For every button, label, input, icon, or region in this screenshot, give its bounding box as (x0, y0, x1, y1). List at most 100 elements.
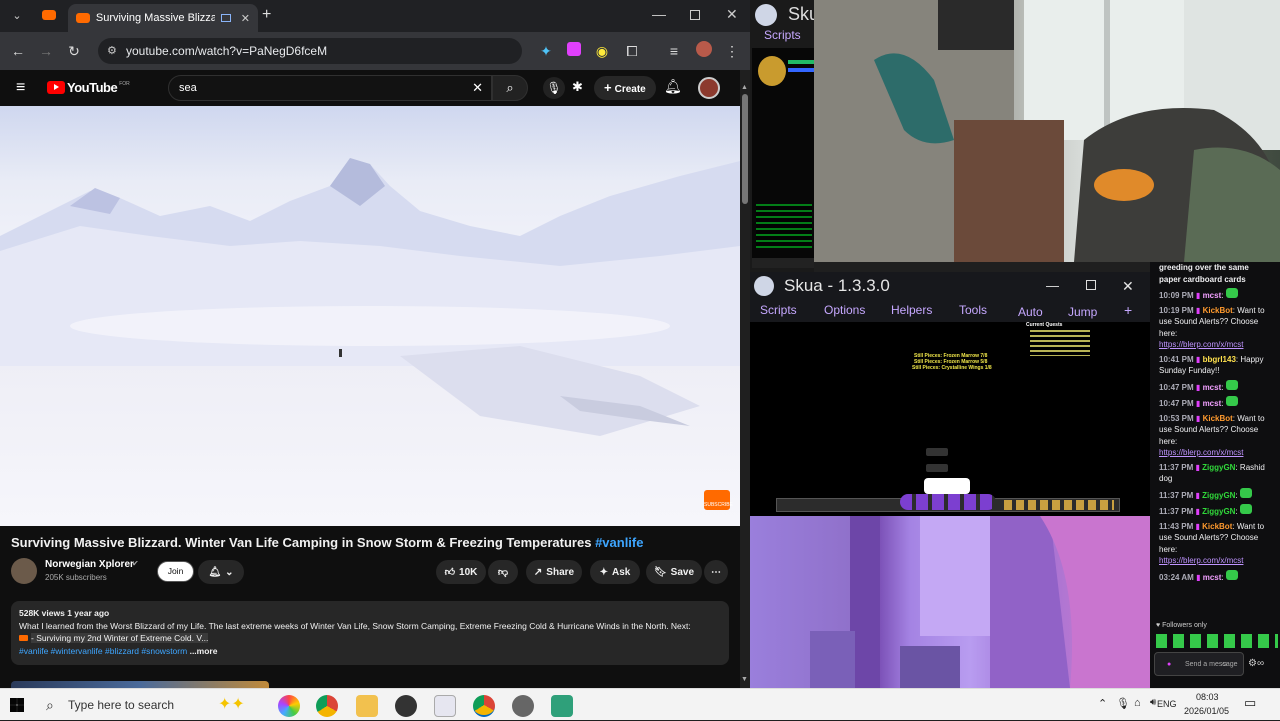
skua-minimize-icon[interactable]: — (1046, 272, 1059, 300)
join-button[interactable]: Join (157, 561, 194, 582)
hamburger-menu-icon[interactable]: ≡ (16, 79, 25, 97)
dislike-button[interactable]: 👎︎ (488, 560, 518, 584)
taskbar-app-icon[interactable] (512, 695, 534, 717)
channel-name[interactable]: Norwegian Xplorer (45, 559, 134, 570)
save-button[interactable]: 🔖︎ Save (646, 560, 702, 584)
extension-icon-1[interactable]: ✦ (536, 41, 556, 61)
skua-menu-jump[interactable]: Jump (1068, 305, 1097, 319)
taskbar-search[interactable]: ⌕ Type here to search ✦✦ (36, 689, 262, 721)
chat-username[interactable]: ZiggyGN (1202, 491, 1235, 500)
chat-link[interactable]: https://blerp.com/x/mcst (1159, 556, 1243, 565)
skua-close-icon[interactable]: ✕ (1122, 272, 1134, 300)
skua-maximize-icon[interactable] (1086, 280, 1096, 290)
subscribed-bell-button[interactable]: 🔔︎ ⌄ (198, 560, 244, 584)
mic-icon[interactable]: 🎙 (543, 77, 565, 99)
skua-menu-scripts[interactable]: Scripts (760, 303, 797, 317)
extension-icon-3[interactable]: ◉ (592, 41, 612, 61)
desc-tags[interactable]: #vanlife #wintervanlife #blizzard #snows… (19, 646, 187, 656)
chat-username[interactable]: KickBot (1202, 522, 1232, 531)
taskbar-chrome-icon[interactable] (316, 695, 338, 717)
video-hashtag[interactable]: #vanlife (595, 535, 643, 550)
browser-menu-icon[interactable]: ⋮ (722, 41, 742, 61)
taskbar-snip-icon[interactable] (434, 695, 456, 717)
account-avatar[interactable] (698, 77, 720, 99)
notifications-icon[interactable]: ▭ (1244, 695, 1256, 711)
youtube-logo[interactable]: YouTube FOR (47, 80, 130, 95)
youtube-tab-icon[interactable] (42, 10, 56, 20)
more-actions-button[interactable]: ⋯ (704, 560, 728, 584)
chat-settings-icon[interactable]: ⚙∞ (1248, 658, 1264, 670)
tray-language[interactable]: ENG (1157, 699, 1177, 709)
chat-username[interactable]: KickBot (1203, 414, 1233, 423)
clear-search-icon[interactable]: ✕ (472, 76, 483, 100)
chat-input[interactable]: ● Send a message ☺ (1154, 652, 1244, 676)
search-button[interactable]: ⌕ (492, 75, 528, 101)
youtube-search-input[interactable]: sea ✕ (168, 75, 492, 101)
extension-icon-2[interactable] (564, 41, 584, 61)
skua-menu-options[interactable]: Options (824, 303, 865, 317)
tray-chevron-icon[interactable]: ⌃ (1098, 697, 1107, 710)
page-scrollbar[interactable]: ▲ ▼ (740, 70, 750, 688)
maximize-icon[interactable] (690, 10, 700, 20)
create-button[interactable]: + Create (594, 76, 656, 100)
more-link[interactable]: ...more (190, 646, 218, 656)
address-bar[interactable]: ⚙ youtube.com/watch?v=PaNegD6fceM (98, 38, 522, 64)
taskbar-chrome-2-icon[interactable] (473, 695, 495, 717)
subscribe-watermark[interactable]: SUBSCRIBE (704, 490, 733, 510)
chat-username[interactable]: mcst (1203, 291, 1222, 300)
media-control-icon[interactable]: ≡ (664, 41, 684, 61)
skua-menu-helpers[interactable]: Helpers (891, 303, 932, 317)
desc-line2[interactable]: - Surviving my 2nd Winter of Extreme Col… (31, 633, 209, 643)
scrollbar-thumb[interactable] (742, 94, 748, 204)
back-icon[interactable]: ← (8, 41, 28, 61)
chat-link[interactable]: https://blerp.com/x/mcst (1159, 448, 1243, 457)
tab-search-icon[interactable]: ⌄ (8, 7, 26, 25)
chat-username[interactable]: mcst (1203, 573, 1222, 582)
taskbar-skua-icon[interactable] (551, 695, 573, 717)
skua-small-scripts-menu[interactable]: Scripts (764, 28, 801, 42)
chat-username[interactable]: bbgrl143 (1203, 355, 1236, 364)
skill-icons[interactable] (900, 494, 996, 510)
skua-menu-tools[interactable]: Tools (959, 303, 987, 317)
scroll-up-icon[interactable]: ▲ (741, 84, 748, 91)
skua-menu-auto[interactable]: Auto (1018, 305, 1043, 319)
chat-username[interactable]: ZiggyGN (1202, 463, 1235, 472)
ask-button[interactable]: ✦ Ask (590, 560, 640, 584)
chat-username[interactable]: mcst (1203, 383, 1222, 392)
tray-date[interactable]: 2026/01/05 (1184, 706, 1229, 716)
taskbar-file-explorer-icon[interactable] (356, 695, 378, 717)
emote-bar[interactable] (1156, 634, 1278, 648)
share-button[interactable]: ↗ Share (526, 560, 582, 584)
like-button[interactable]: 👍︎ 10K (436, 560, 486, 584)
taskbar-app-colorful[interactable] (278, 695, 300, 717)
forward-icon[interactable]: → (36, 41, 56, 61)
taskbar-obs-icon[interactable] (395, 695, 417, 717)
chat-username[interactable]: KickBot (1203, 306, 1233, 315)
tray-time[interactable]: 08:03 (1196, 692, 1219, 702)
tab-active[interactable]: Surviving Massive Blizzard. ✕ (68, 4, 258, 32)
ai-icon[interactable]: ✱ (572, 79, 583, 95)
video-description[interactable]: 528K views 1 year ago What I learned fro… (11, 601, 729, 665)
reload-icon[interactable]: ↻ (64, 41, 84, 61)
menu-icons[interactable] (1004, 500, 1114, 510)
notifications-bell-icon[interactable]: 🔔︎ (664, 78, 682, 95)
video-player[interactable]: SUBSCRIBE (0, 106, 740, 526)
windows-start-icon[interactable] (10, 698, 24, 712)
tray-network-icon[interactable]: ⌂ (1134, 697, 1141, 709)
smile-icon[interactable]: ☺ (1221, 653, 1228, 677)
next-video-thumbnail[interactable] (11, 681, 269, 688)
scroll-down-icon[interactable]: ▼ (741, 676, 748, 683)
new-tab-button[interactable]: + (262, 6, 271, 24)
tray-volume-icon[interactable]: 🔊︎ (1150, 697, 1156, 708)
chat-link[interactable]: https://blerp.com/x/mcst (1159, 340, 1243, 349)
tab-close-icon[interactable]: ✕ (241, 12, 250, 25)
skua-menu-add[interactable]: + (1124, 302, 1132, 318)
game-viewport[interactable]: Current Quests Still Pieces: Frozen Marr… (750, 322, 1150, 516)
chat-username[interactable]: mcst (1203, 399, 1222, 408)
minimize-icon[interactable]: — (652, 6, 666, 22)
tray-mic-icon[interactable]: 🎙︎ (1116, 697, 1130, 710)
channel-avatar[interactable] (11, 558, 37, 584)
profile-avatar-icon[interactable] (694, 41, 714, 61)
close-window-icon[interactable]: ✕ (726, 6, 738, 23)
extensions-puzzle-icon[interactable]: ⧠ (622, 41, 642, 61)
